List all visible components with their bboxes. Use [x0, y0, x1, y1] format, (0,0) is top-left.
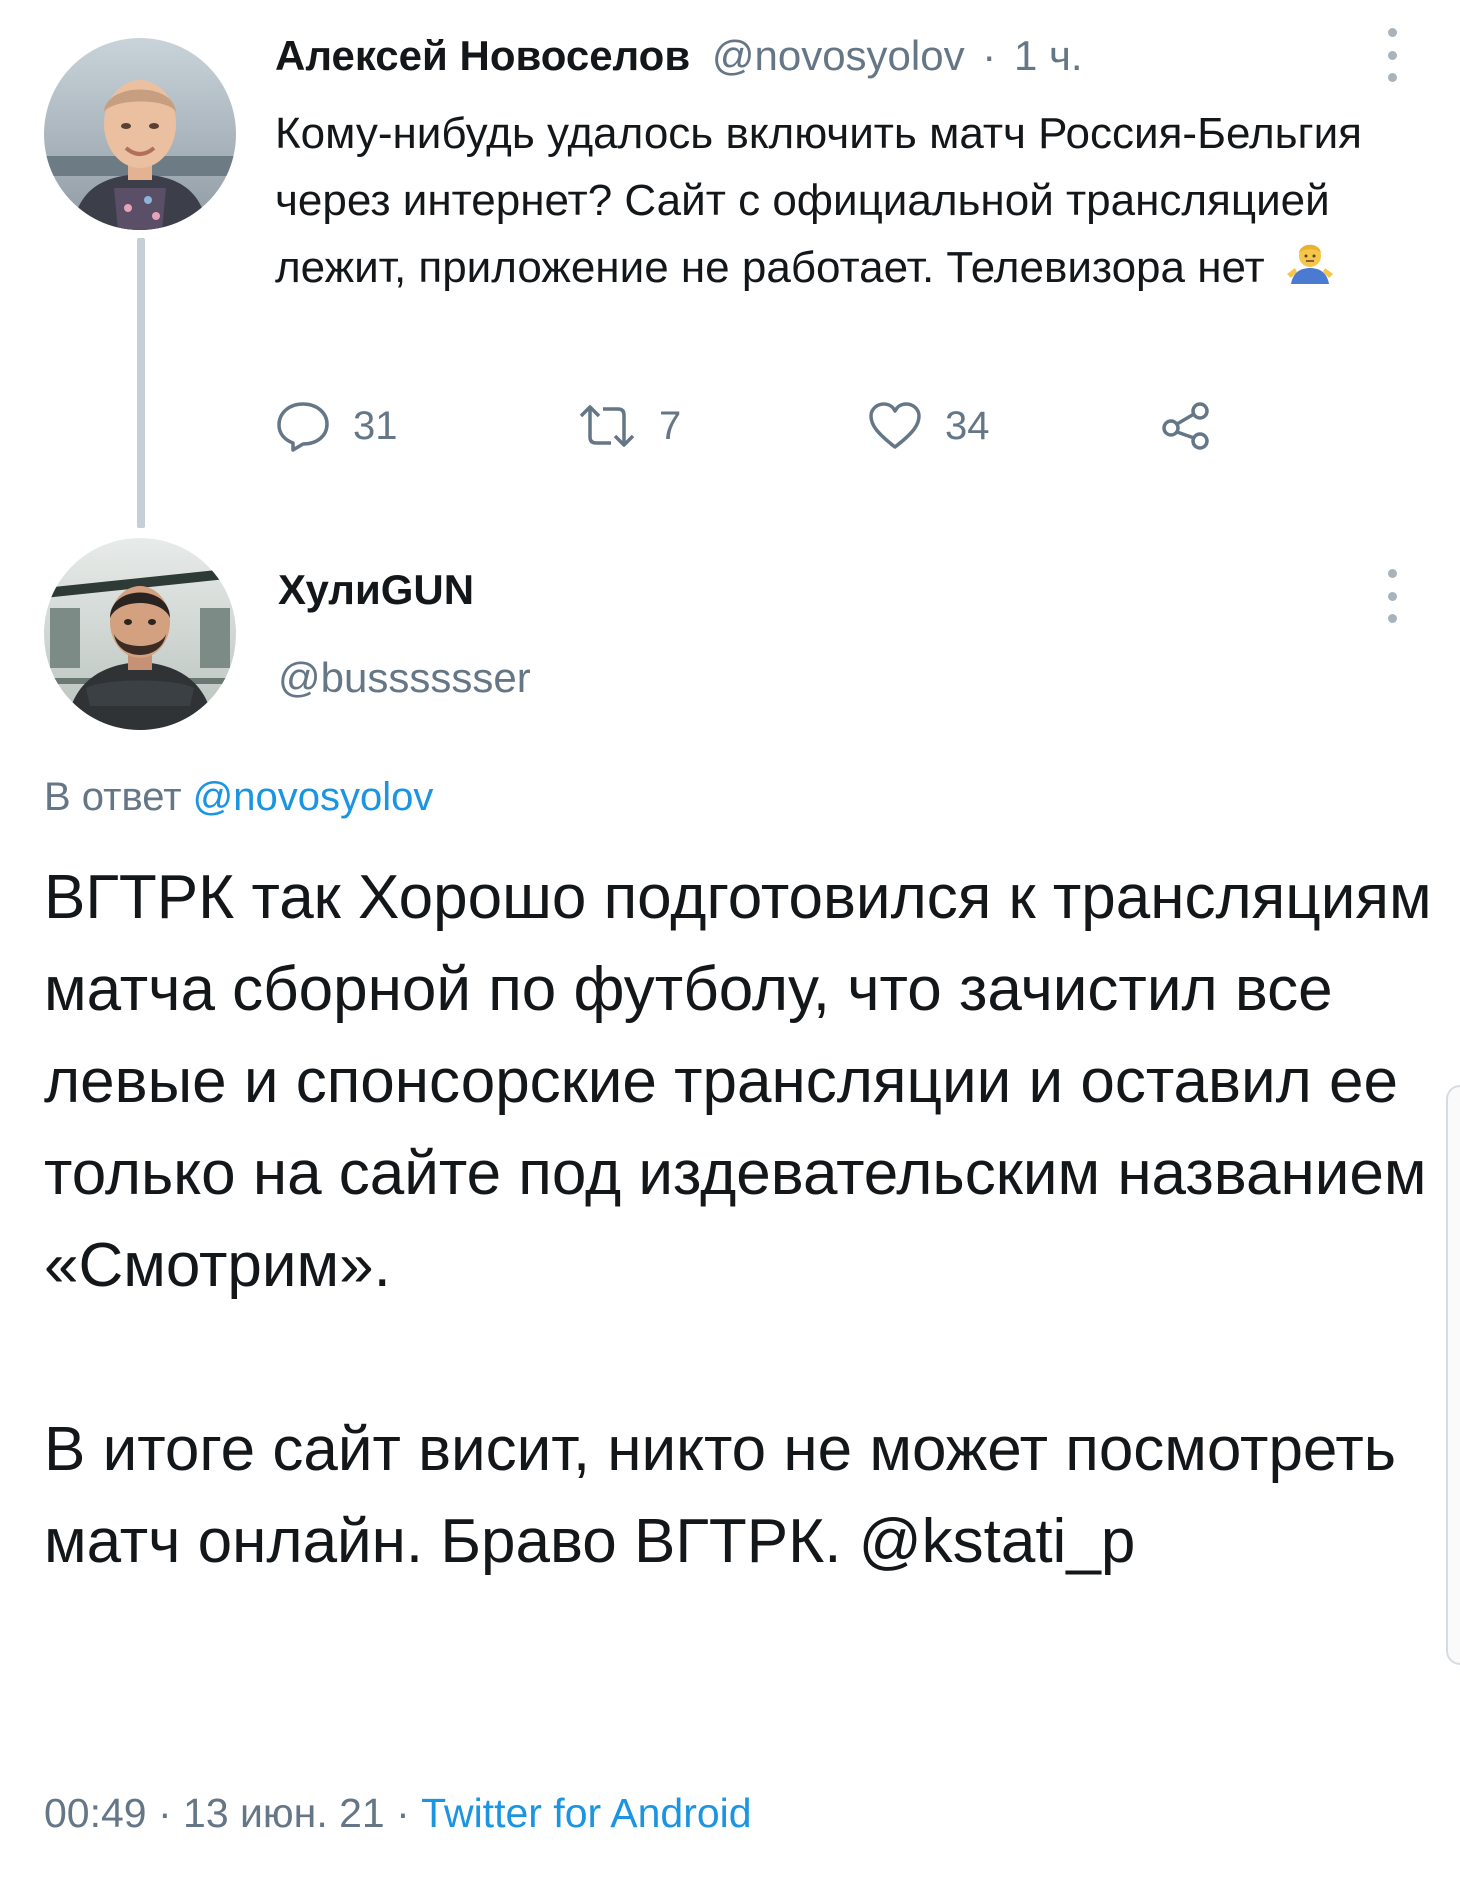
author-name[interactable]: Алексей Новоселов [275, 32, 690, 79]
like-button[interactable]: 34 [867, 398, 990, 454]
tweet-header: Алексей Новоселов @novosyolov · 1 ч. [275, 30, 1083, 82]
reply-icon [275, 400, 331, 452]
more-options-icon[interactable] [1382, 28, 1402, 82]
tweet-paragraph: ВГТРК так Хорошо подготовился к трансляц… [44, 863, 1432, 1300]
like-count: 34 [945, 403, 990, 448]
retweet-icon [577, 401, 637, 451]
retweet-button[interactable]: 7 [577, 398, 681, 454]
author-handle[interactable]: @novosyolov [712, 32, 965, 79]
tweet-text-content: Кому-нибудь удалось включить матч Россия… [275, 109, 1363, 292]
reply-context: В ответ @novosyolov [44, 772, 433, 822]
time-separator: · [982, 32, 997, 79]
thread-line [137, 238, 145, 528]
tweet-source-link[interactable]: Twitter for Android [421, 1790, 751, 1836]
scrollbar[interactable] [1446, 1085, 1460, 1665]
man-shrugging-icon [1285, 238, 1335, 307]
reply-prefix: В ответ [44, 775, 182, 819]
share-button[interactable] [1160, 398, 1212, 454]
avatar[interactable] [44, 538, 236, 730]
tweet-timestamp: 00:49 · 13 июн. 21 · [44, 1790, 410, 1836]
parent-tweet[interactable]: Алексей Новоселов @novosyolov · 1 ч. Ком… [0, 0, 1460, 540]
author-handle[interactable]: @busssssser [278, 652, 531, 704]
reply-to-link[interactable]: @novosyolov [193, 775, 434, 819]
tweet-text: ВГТРК так Хорошо подготовился к трансляц… [44, 852, 1434, 1588]
more-options-icon[interactable] [1382, 569, 1402, 623]
reply-count: 31 [353, 403, 398, 448]
tweet-paragraph: В итоге сайт висит, никто не может посмо… [44, 1415, 1397, 1576]
reply-button[interactable]: 31 [275, 398, 398, 454]
tweet-actions: 31 7 34 [275, 398, 1275, 454]
heart-icon [867, 401, 923, 451]
tweet-detail-screen: Алексей Новоселов @novosyolov · 1 ч. Ком… [0, 0, 1460, 1887]
author-name[interactable]: ХулиGUN [278, 564, 474, 616]
tweet-text: Кому-нибудь удалось включить матч Россия… [275, 100, 1395, 307]
tweet-metadata: 00:49 · 13 июн. 21 · Twitter for Android [44, 1787, 752, 1839]
share-icon [1160, 400, 1212, 452]
avatar[interactable] [44, 38, 236, 230]
retweet-count: 7 [659, 403, 682, 448]
tweet-time[interactable]: 1 ч. [1014, 32, 1083, 79]
